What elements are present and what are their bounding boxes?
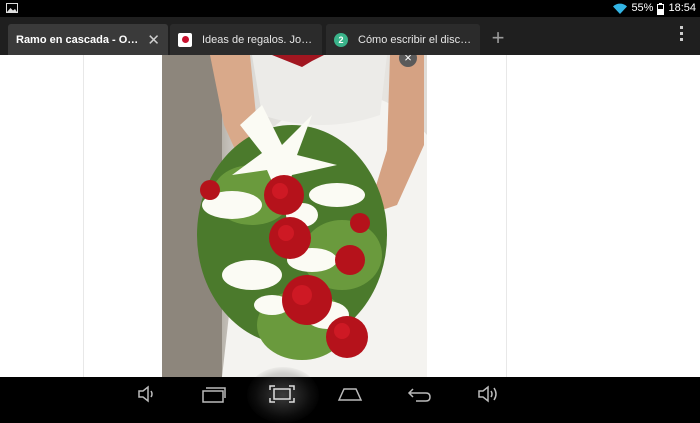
tab-ideas-de-regalos[interactable]: Ideas de regalos. Joyas… — [170, 24, 322, 55]
tab-title: Ideas de regalos. Joyas… — [202, 33, 314, 46]
tab-como-escribir[interactable]: 2 Cómo escribir el discurs… — [326, 24, 480, 55]
new-tab-icon[interactable]: + — [484, 24, 512, 52]
tab-strip: Ramo en cascada - Orga… ✕ Ideas de regal… — [0, 17, 700, 55]
battery-percent: 55% — [631, 2, 654, 14]
status-icons: 55% 18:54 — [613, 2, 696, 15]
close-icon[interactable]: ✕ — [139, 31, 160, 49]
navigation-bar — [0, 367, 700, 423]
status-bar: 55% 18:54 — [0, 0, 700, 17]
wifi-icon — [613, 3, 628, 14]
volume-up-icon[interactable] — [472, 383, 502, 405]
japan-flag-icon — [178, 32, 192, 47]
recent-apps-icon[interactable] — [198, 383, 228, 405]
screenshot-icon[interactable] — [267, 383, 297, 405]
tab-ramo-en-cascada[interactable]: Ramo en cascada - Orga… ✕ — [8, 24, 168, 55]
bridal-bouquet-photo: × — [162, 55, 427, 377]
bouquet-illustration — [162, 55, 427, 377]
home-icon[interactable] — [335, 383, 365, 405]
battery-icon — [657, 2, 665, 15]
volume-down-icon[interactable] — [130, 383, 160, 405]
tab-title: Cómo escribir el discurs… — [358, 33, 472, 46]
overflow-menu-icon[interactable] — [680, 26, 684, 44]
clock: 18:54 — [668, 2, 696, 14]
back-icon[interactable] — [404, 383, 434, 405]
tab-title: Ramo en cascada - Orga… — [16, 33, 139, 46]
page-body: × — [83, 55, 507, 377]
image-icon — [6, 3, 18, 13]
web-content[interactable]: × — [0, 55, 700, 377]
tab-favicon-2-icon: 2 — [334, 32, 348, 47]
